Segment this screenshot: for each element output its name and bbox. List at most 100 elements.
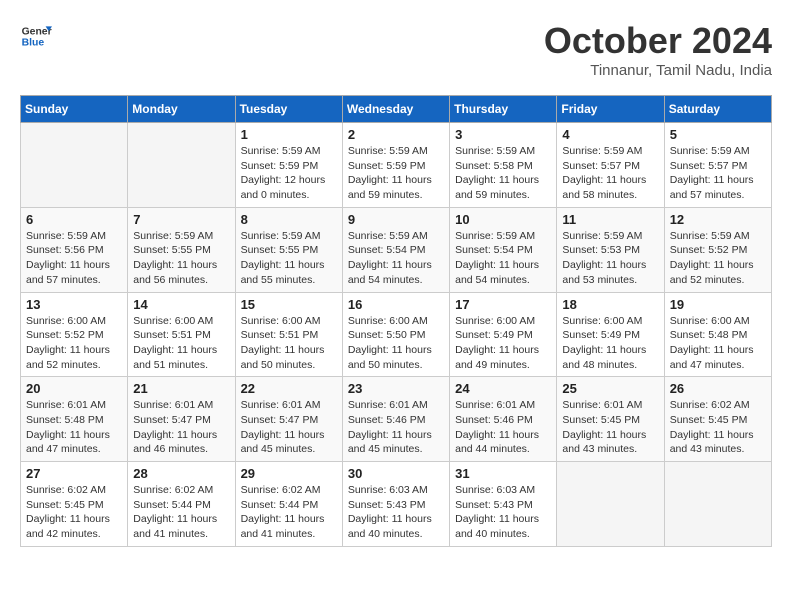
day-number: 20 [26, 381, 122, 396]
calendar-cell: 26 Sunrise: 6:02 AM Sunset: 5:45 PM Dayli… [664, 377, 771, 462]
calendar-cell: 5 Sunrise: 5:59 AM Sunset: 5:57 PM Daylig… [664, 123, 771, 208]
calendar-table: SundayMondayTuesdayWednesdayThursdayFrid… [20, 95, 772, 547]
day-number: 31 [455, 466, 551, 481]
day-info: Sunrise: 6:00 AM Sunset: 5:51 PM Dayligh… [241, 314, 337, 373]
calendar-cell: 14 Sunrise: 6:00 AM Sunset: 5:51 PM Dayli… [128, 292, 235, 377]
calendar-cell: 28 Sunrise: 6:02 AM Sunset: 5:44 PM Dayli… [128, 462, 235, 547]
day-number: 19 [670, 297, 766, 312]
calendar-cell: 23Sunrise: 6:01 AM Sunset: 5:46 PM Dayli… [342, 377, 449, 462]
day-info: Sunrise: 6:01 AM Sunset: 5:48 PM Dayligh… [26, 398, 122, 457]
calendar-cell: 22Sunrise: 6:01 AM Sunset: 5:47 PM Dayli… [235, 377, 342, 462]
week-row-2: 6Sunrise: 5:59 AM Sunset: 5:56 PM Daylig… [21, 207, 772, 292]
day-info: Sunrise: 5:59 AM Sunset: 5:54 PM Dayligh… [348, 229, 444, 288]
day-info: Sunrise: 6:00 AM Sunset: 5:49 PM Dayligh… [562, 314, 658, 373]
day-number: 10 [455, 212, 551, 227]
day-info: Sunrise: 5:59 AM Sunset: 5:58 PM Dayligh… [455, 144, 551, 203]
day-info: Sunrise: 5:59 AM Sunset: 5:57 PM Dayligh… [670, 144, 766, 203]
day-info: Sunrise: 5:59 AM Sunset: 5:55 PM Dayligh… [133, 229, 229, 288]
day-info: Sunrise: 6:00 AM Sunset: 5:50 PM Dayligh… [348, 314, 444, 373]
day-number: 12 [670, 212, 766, 227]
location-subtitle: Tinnanur, Tamil Nadu, India [544, 62, 772, 79]
day-info: Sunrise: 6:01 AM Sunset: 5:45 PM Dayligh… [562, 398, 658, 457]
day-info: Sunrise: 6:03 AM Sunset: 5:43 PM Dayligh… [455, 483, 551, 542]
calendar-cell: 21 Sunrise: 6:01 AM Sunset: 5:47 PM Dayli… [128, 377, 235, 462]
page-header: General Blue October 2024 Tinnanur, Tami… [20, 20, 772, 79]
week-row-1: 1 Sunrise: 5:59 AM Sunset: 5:59 PM Daylig… [21, 123, 772, 208]
calendar-cell [128, 123, 235, 208]
calendar-cell: 8 Sunrise: 5:59 AM Sunset: 5:55 PM Daylig… [235, 207, 342, 292]
calendar-cell [21, 123, 128, 208]
day-number: 7 [133, 212, 229, 227]
calendar-cell: 11 Sunrise: 5:59 AM Sunset: 5:53 PM Dayli… [557, 207, 664, 292]
day-number: 29 [241, 466, 337, 481]
day-info: Sunrise: 5:59 AM Sunset: 5:53 PM Dayligh… [562, 229, 658, 288]
week-row-4: 20 Sunrise: 6:01 AM Sunset: 5:48 PM Dayli… [21, 377, 772, 462]
calendar-cell: 1 Sunrise: 5:59 AM Sunset: 5:59 PM Daylig… [235, 123, 342, 208]
day-number: 16 [348, 297, 444, 312]
calendar-cell: 16 Sunrise: 6:00 AM Sunset: 5:50 PM Dayli… [342, 292, 449, 377]
calendar-cell: 31 Sunrise: 6:03 AM Sunset: 5:43 PM Dayli… [450, 462, 557, 547]
day-info: Sunrise: 5:59 AM Sunset: 5:55 PM Dayligh… [241, 229, 337, 288]
day-number: 22 [241, 381, 337, 396]
header-friday: Friday [557, 96, 664, 123]
day-number: 24 [455, 381, 551, 396]
calendar-cell: 6Sunrise: 5:59 AM Sunset: 5:56 PM Daylig… [21, 207, 128, 292]
day-number: 27 [26, 466, 122, 481]
day-number: 26 [670, 381, 766, 396]
day-info: Sunrise: 6:02 AM Sunset: 5:44 PM Dayligh… [241, 483, 337, 542]
calendar-cell: 20 Sunrise: 6:01 AM Sunset: 5:48 PM Dayli… [21, 377, 128, 462]
logo: General Blue [20, 20, 52, 52]
day-number: 3 [455, 127, 551, 142]
calendar-cell: 17 Sunrise: 6:00 AM Sunset: 5:49 PM Dayli… [450, 292, 557, 377]
week-row-5: 27 Sunrise: 6:02 AM Sunset: 5:45 PM Dayli… [21, 462, 772, 547]
calendar-cell [557, 462, 664, 547]
header-wednesday: Wednesday [342, 96, 449, 123]
day-number: 17 [455, 297, 551, 312]
day-info: Sunrise: 5:59 AM Sunset: 5:57 PM Dayligh… [562, 144, 658, 203]
header-monday: Monday [128, 96, 235, 123]
header-sunday: Sunday [21, 96, 128, 123]
header-row: SundayMondayTuesdayWednesdayThursdayFrid… [21, 96, 772, 123]
day-number: 5 [670, 127, 766, 142]
calendar-cell: 18 Sunrise: 6:00 AM Sunset: 5:49 PM Dayli… [557, 292, 664, 377]
day-number: 8 [241, 212, 337, 227]
calendar-cell: 15Sunrise: 6:00 AM Sunset: 5:51 PM Dayli… [235, 292, 342, 377]
calendar-cell: 12Sunrise: 5:59 AM Sunset: 5:52 PM Dayli… [664, 207, 771, 292]
calendar-cell: 2 Sunrise: 5:59 AM Sunset: 5:59 PM Daylig… [342, 123, 449, 208]
day-number: 9 [348, 212, 444, 227]
calendar-cell: 19Sunrise: 6:00 AM Sunset: 5:48 PM Dayli… [664, 292, 771, 377]
calendar-cell: 7 Sunrise: 5:59 AM Sunset: 5:55 PM Daylig… [128, 207, 235, 292]
calendar-cell: 3 Sunrise: 5:59 AM Sunset: 5:58 PM Daylig… [450, 123, 557, 208]
day-number: 14 [133, 297, 229, 312]
logo-icon: General Blue [20, 20, 52, 52]
day-info: Sunrise: 5:59 AM Sunset: 5:59 PM Dayligh… [348, 144, 444, 203]
day-number: 18 [562, 297, 658, 312]
day-info: Sunrise: 5:59 AM Sunset: 5:56 PM Dayligh… [26, 229, 122, 288]
day-number: 13 [26, 297, 122, 312]
day-number: 21 [133, 381, 229, 396]
calendar-cell: 25 Sunrise: 6:01 AM Sunset: 5:45 PM Dayli… [557, 377, 664, 462]
day-info: Sunrise: 6:01 AM Sunset: 5:47 PM Dayligh… [133, 398, 229, 457]
day-info: Sunrise: 5:59 AM Sunset: 5:54 PM Dayligh… [455, 229, 551, 288]
day-number: 1 [241, 127, 337, 142]
day-info: Sunrise: 5:59 AM Sunset: 5:59 PM Dayligh… [241, 144, 337, 203]
day-info: Sunrise: 6:01 AM Sunset: 5:46 PM Dayligh… [455, 398, 551, 457]
header-thursday: Thursday [450, 96, 557, 123]
calendar-cell: 13Sunrise: 6:00 AM Sunset: 5:52 PM Dayli… [21, 292, 128, 377]
day-number: 30 [348, 466, 444, 481]
day-info: Sunrise: 6:02 AM Sunset: 5:44 PM Dayligh… [133, 483, 229, 542]
day-number: 4 [562, 127, 658, 142]
svg-text:Blue: Blue [22, 38, 45, 49]
day-number: 25 [562, 381, 658, 396]
header-saturday: Saturday [664, 96, 771, 123]
calendar-cell: 24 Sunrise: 6:01 AM Sunset: 5:46 PM Dayli… [450, 377, 557, 462]
day-info: Sunrise: 6:00 AM Sunset: 5:49 PM Dayligh… [455, 314, 551, 373]
calendar-cell: 30Sunrise: 6:03 AM Sunset: 5:43 PM Dayli… [342, 462, 449, 547]
day-info: Sunrise: 6:00 AM Sunset: 5:51 PM Dayligh… [133, 314, 229, 373]
day-info: Sunrise: 6:02 AM Sunset: 5:45 PM Dayligh… [26, 483, 122, 542]
day-number: 2 [348, 127, 444, 142]
calendar-cell: 9 Sunrise: 5:59 AM Sunset: 5:54 PM Daylig… [342, 207, 449, 292]
day-info: Sunrise: 6:02 AM Sunset: 5:45 PM Dayligh… [670, 398, 766, 457]
day-number: 28 [133, 466, 229, 481]
day-number: 11 [562, 212, 658, 227]
